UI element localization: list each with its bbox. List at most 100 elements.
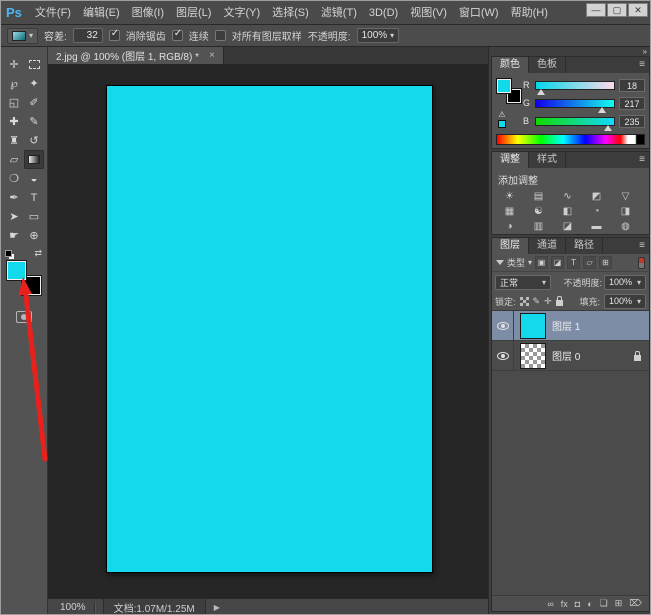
panel-menu-icon[interactable]: ≡ (639, 238, 645, 254)
filter-type-label[interactable]: 类型 (507, 256, 525, 269)
layer-1-thumbnail[interactable] (520, 313, 546, 339)
document-tab[interactable]: 2.jpg @ 100% (图层 1, RGB/8) * × (48, 47, 224, 64)
layer-filter-toggle[interactable] (638, 257, 645, 269)
tab-channels[interactable]: 通道 (529, 238, 566, 254)
tool-rectangle-shape[interactable]: ▭ (24, 207, 44, 226)
quick-mask-mode-button[interactable] (16, 311, 32, 323)
tool-preset-button[interactable]: ▾ (7, 28, 38, 44)
tool-zoom[interactable]: ⊕ (24, 226, 44, 245)
layer-name[interactable]: 图层 0 (552, 348, 580, 363)
adjustment-threshold-icon[interactable]: ◪ (553, 219, 582, 234)
adjustment-hue-saturation-icon[interactable]: ▦ (495, 204, 524, 219)
layer-row-1[interactable]: 图层 1 (492, 311, 649, 341)
tool-clone-stamp[interactable]: ♜ (4, 131, 24, 150)
tab-adjustments[interactable]: 调整 (492, 152, 529, 168)
collapse-panels-icon[interactable]: » (643, 47, 647, 56)
lock-transparent-pixels-icon[interactable] (520, 297, 529, 306)
filter-adjustment-layers-icon[interactable]: ◪ (551, 256, 564, 269)
tool-quick-selection[interactable]: ✦ (24, 74, 44, 93)
canvas-area[interactable] (48, 65, 488, 598)
layer-visibility-toggle[interactable] (492, 311, 514, 340)
adjustment-gradient-map-icon[interactable]: ▬ (582, 219, 611, 234)
menu-select[interactable]: 选择(S) (266, 1, 315, 25)
lock-position-icon[interactable]: ✛ (544, 296, 552, 307)
adjustment-exposure-icon[interactable]: ◩ (582, 189, 611, 204)
menu-view[interactable]: 视图(V) (404, 1, 453, 25)
adjustment-color-balance-icon[interactable]: ☯ (524, 204, 553, 219)
adjustment-vibrance-icon[interactable]: ▽ (611, 189, 640, 204)
menu-edit[interactable]: 编辑(E) (77, 1, 126, 25)
tool-crop[interactable]: ◱ (4, 93, 24, 112)
maximize-button[interactable]: ▢ (607, 3, 627, 17)
new-layer-icon[interactable]: ⊞ (615, 598, 623, 609)
tool-hand[interactable]: ☛ (4, 226, 24, 245)
default-colors-icon[interactable] (5, 250, 15, 259)
color-spectrum-bar[interactable] (496, 134, 645, 145)
menu-filter[interactable]: 滤镜(T) (315, 1, 363, 25)
gamut-warning-icon[interactable]: ⚠ (498, 110, 505, 119)
layer-mask-icon[interactable]: ◘ (575, 599, 580, 609)
sample-all-layers-checkbox[interactable] (215, 30, 226, 41)
web-color-cube-icon[interactable] (498, 120, 506, 128)
slider-handle[interactable] (598, 107, 606, 113)
filter-pixel-layers-icon[interactable]: ▣ (535, 256, 548, 269)
slider-handle[interactable] (604, 125, 612, 131)
foreground-color-swatch-small[interactable] (497, 79, 511, 93)
adjustment-black-white-icon[interactable]: ◧ (553, 204, 582, 219)
contiguous-checkbox[interactable] (172, 30, 183, 41)
antialias-checkbox[interactable] (109, 30, 120, 41)
layer-name[interactable]: 图层 1 (552, 318, 580, 333)
slider-handle[interactable] (537, 89, 545, 95)
opacity-dropdown[interactable]: 100% ▾ (357, 28, 400, 43)
tool-move[interactable]: ✛ (4, 55, 24, 74)
link-layers-icon[interactable]: ∞ (547, 599, 553, 609)
adjustment-posterize-icon[interactable]: ▥ (524, 219, 553, 234)
menu-file[interactable]: 文件(F) (29, 1, 77, 25)
tab-swatches[interactable]: 色板 (529, 57, 566, 73)
delete-layer-icon[interactable]: ⌦ (629, 598, 642, 609)
tool-lasso[interactable]: ℘ (4, 74, 24, 93)
panel-menu-icon[interactable]: ≡ (639, 152, 645, 168)
tool-spot-healing[interactable]: ✚ (4, 112, 24, 131)
tool-eyedropper[interactable]: ✐ (24, 93, 44, 112)
adjustment-photo-filter-icon[interactable]: ◔ (582, 204, 611, 219)
adjustment-selective-color-icon[interactable]: ◍ (611, 219, 640, 234)
panel-menu-icon[interactable]: ≡ (639, 57, 645, 73)
tab-layers[interactable]: 图层 (492, 238, 529, 254)
layer-row-0[interactable]: 图层 0 (492, 341, 649, 371)
channel-b-value[interactable]: 235 (619, 115, 645, 128)
fill-dropdown[interactable]: 100% ▾ (604, 294, 646, 309)
tolerance-input[interactable]: 32 (73, 28, 103, 43)
tool-history-brush[interactable]: ↺ (24, 131, 44, 150)
tool-path-selection[interactable]: ➤ (4, 207, 24, 226)
layer-0-thumbnail[interactable] (520, 343, 546, 369)
tool-rectangular-marquee[interactable] (24, 55, 44, 74)
tab-paths[interactable]: 路径 (566, 238, 603, 254)
status-menu-arrow-icon[interactable]: ▶ (214, 603, 220, 612)
layer-visibility-toggle[interactable] (492, 341, 514, 370)
tool-type[interactable]: T (24, 188, 44, 207)
lock-all-icon[interactable] (556, 300, 563, 306)
tool-pen[interactable]: ✒ (4, 188, 24, 207)
adjustment-brightness-contrast-icon[interactable]: ☀ (495, 189, 524, 204)
channel-r-slider[interactable] (535, 81, 615, 90)
tool-eraser[interactable]: ▱ (4, 150, 24, 169)
menu-help[interactable]: 帮助(H) (505, 1, 554, 25)
channel-r-value[interactable]: 18 (619, 79, 645, 92)
swap-colors-icon[interactable]: ⇄ (34, 248, 42, 259)
layer-opacity-dropdown[interactable]: 100% ▾ (604, 275, 646, 290)
channel-g-slider[interactable] (535, 99, 615, 108)
channel-g-value[interactable]: 217 (619, 97, 645, 110)
minimize-button[interactable]: — (586, 3, 606, 17)
menu-image[interactable]: 图像(I) (126, 1, 170, 25)
close-button[interactable]: ✕ (628, 3, 648, 17)
layer-style-icon[interactable]: fx (561, 599, 568, 609)
menu-window[interactable]: 窗口(W) (453, 1, 505, 25)
new-adjustment-layer-icon[interactable]: ◐ (587, 599, 592, 609)
tab-close-icon[interactable]: × (209, 50, 215, 61)
adjustment-curves-icon[interactable]: ∿ (553, 189, 582, 204)
blend-mode-dropdown[interactable]: 正常 ▾ (495, 275, 551, 290)
tool-brush[interactable]: ✎ (24, 112, 44, 131)
filter-shape-layers-icon[interactable]: ▱ (583, 256, 596, 269)
tool-gradient-paint-bucket[interactable] (24, 150, 44, 169)
